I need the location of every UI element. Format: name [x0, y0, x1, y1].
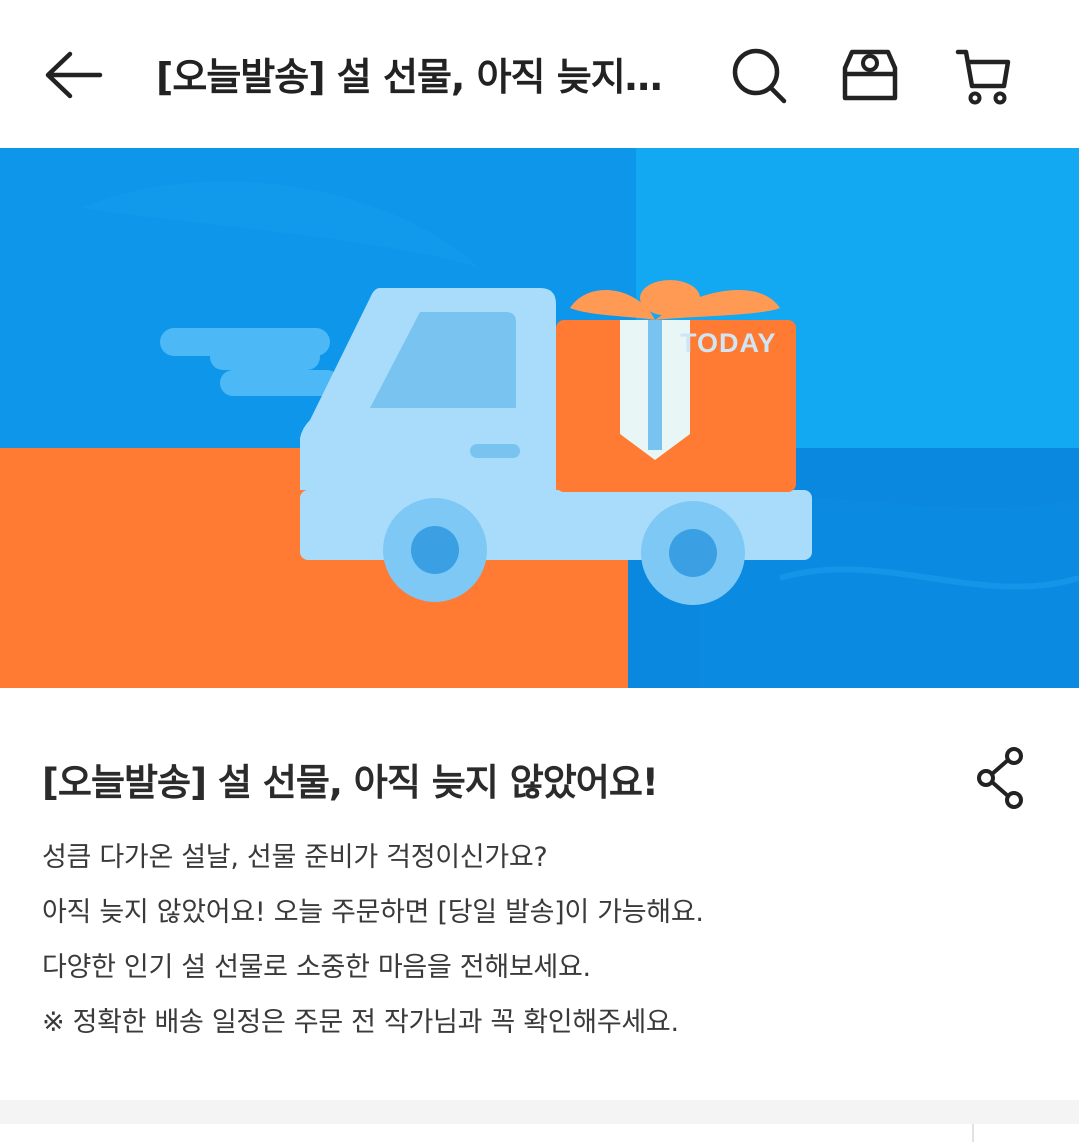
next-section-top	[0, 1124, 1079, 1142]
back-button[interactable]	[38, 40, 110, 108]
back-arrow-icon	[45, 51, 103, 99]
description-line: 다양한 인기 설 선물로 소중한 마음을 전해보세요.	[42, 952, 591, 983]
promo-banner-image: TODAY	[0, 148, 1079, 688]
column-divider	[972, 1124, 974, 1142]
description-line: 아직 늦지 않았어요! 오늘 주문하면 [당일 발송]이 가능해요.	[42, 897, 704, 928]
post-title: [오늘발송] 설 선물, 아직 늦지 않았어요!	[42, 761, 659, 804]
today-badge: TODAY	[680, 328, 777, 358]
post-description: 성큼 다가온 설날, 선물 준비가 걱정이신가요? 아직 늦지 않았어요! 오늘…	[42, 838, 1032, 1058]
cart-button[interactable]	[952, 40, 1016, 108]
delivery-truck-illustration	[0, 148, 1079, 688]
share-button[interactable]	[966, 746, 1038, 810]
share-icon	[977, 747, 1023, 809]
post-content: [오늘발송] 설 선물, 아직 늦지 않았어요! 성큼 다가온 설날, 선물 준…	[0, 688, 1079, 1100]
search-icon	[732, 48, 787, 104]
store-button[interactable]	[838, 40, 902, 108]
search-button[interactable]	[726, 40, 790, 108]
page-title: [오늘발송] 설 선물, 아직 늦지 않았어요!	[156, 55, 666, 99]
description-line: ※ 정확한 배송 일정은 주문 전 작가님과 꼭 확인해주세요.	[42, 1007, 679, 1038]
description-line: 성큼 다가온 설날, 선물 준비가 걱정이신가요?	[42, 842, 548, 873]
section-divider	[0, 1100, 1079, 1142]
store-icon	[842, 49, 898, 101]
cart-icon	[955, 49, 1011, 105]
top-app-bar: [오늘발송] 설 선물, 아직 늦지 않았어요!	[0, 0, 1079, 148]
